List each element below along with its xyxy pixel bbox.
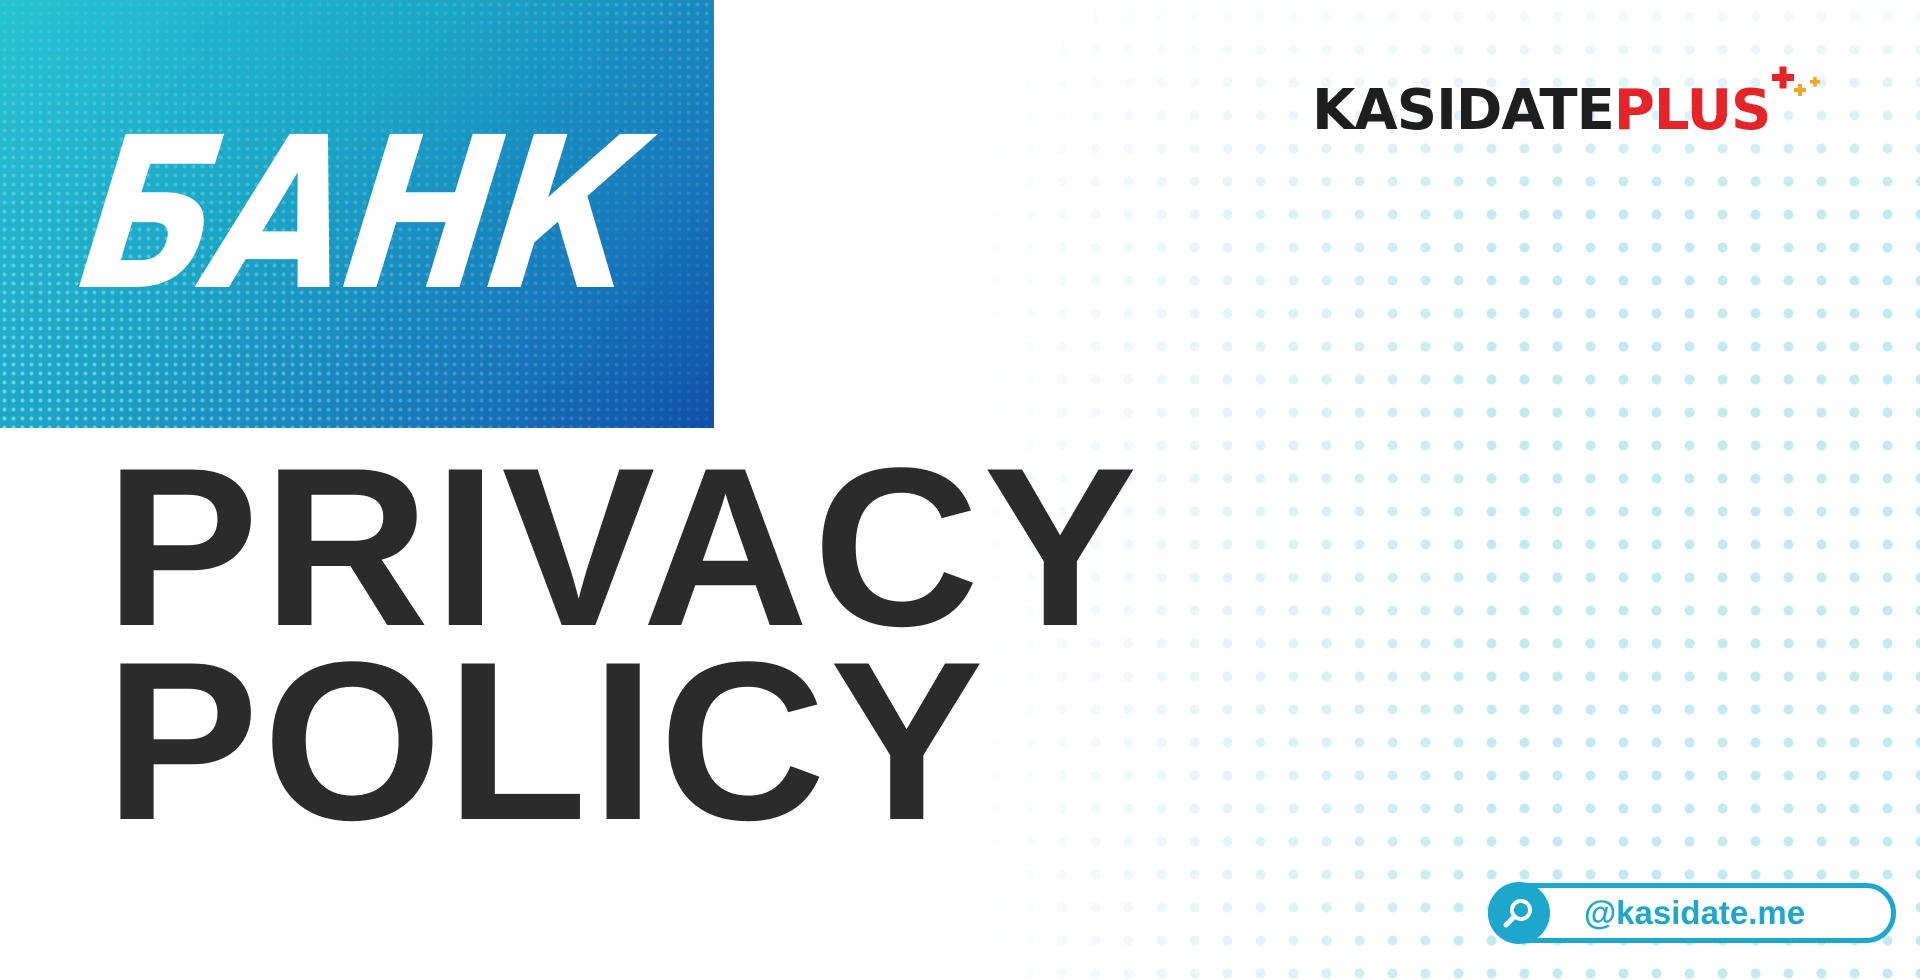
bank-banner: БАНК (0, 0, 714, 428)
brand-logo: KASIDATE PLUS (1312, 78, 1772, 148)
plus-crosses-icon (1772, 66, 1820, 96)
social-handle-pill[interactable]: @kasidate.me (1488, 882, 1896, 944)
logo-main-text: KASIDATE (1312, 78, 1615, 143)
search-icon (1488, 882, 1550, 944)
logo-accent-text: PLUS (1613, 78, 1772, 143)
page-headline: PRIVACY POLICY (105, 434, 1137, 854)
banner-title: БАНК (68, 92, 652, 337)
social-handle-text: @kasidate.me (1584, 894, 1806, 931)
headline-line-2: POLICY (105, 614, 988, 867)
